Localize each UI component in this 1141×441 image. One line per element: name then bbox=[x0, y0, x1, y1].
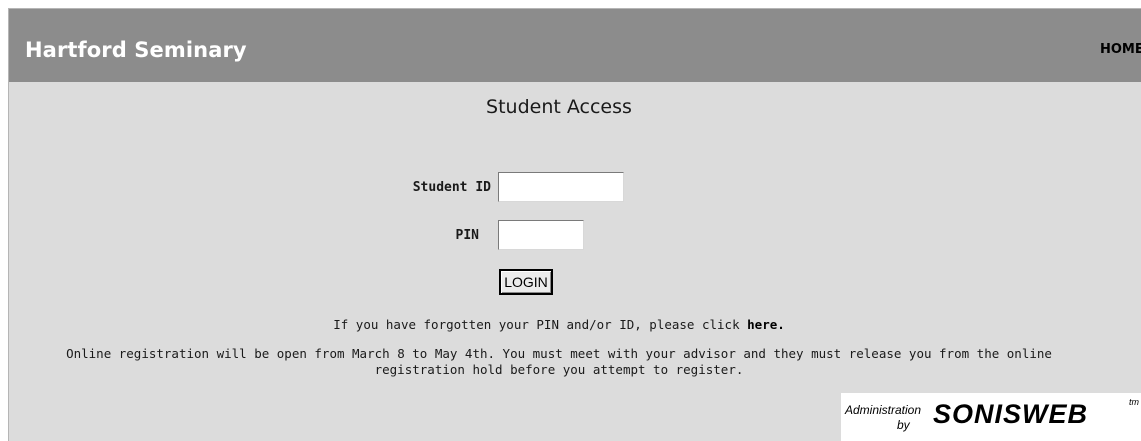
brand-by-text: by bbox=[897, 418, 910, 432]
pin-field[interactable] bbox=[498, 220, 584, 250]
home-link[interactable]: HOME bbox=[1100, 42, 1141, 57]
login-button[interactable]: LOGIN bbox=[499, 269, 553, 295]
site-title: Hartford Seminary bbox=[25, 38, 247, 62]
page-title: Student Access bbox=[486, 96, 632, 118]
brand-logo-text: SONISWEB bbox=[933, 399, 1089, 429]
forgot-credentials-line: If you have forgotten your PIN and/or ID… bbox=[9, 317, 1109, 332]
forgot-credentials-text: If you have forgotten your PIN and/or ID… bbox=[333, 317, 748, 332]
registration-notice: Online registration will be open from Ma… bbox=[66, 346, 1052, 377]
brand-tm-text: tm bbox=[1129, 397, 1139, 407]
forgot-credentials-link[interactable]: here. bbox=[747, 317, 785, 332]
brand-admin-text: Administration bbox=[845, 403, 922, 417]
header-bar: Hartford Seminary HOME bbox=[9, 9, 1141, 82]
pin-label: PIN bbox=[455, 228, 479, 243]
page-container: Hartford Seminary HOME Student Access St… bbox=[8, 8, 1141, 441]
student-id-field[interactable] bbox=[498, 172, 624, 202]
student-id-label: Student ID bbox=[412, 180, 491, 195]
